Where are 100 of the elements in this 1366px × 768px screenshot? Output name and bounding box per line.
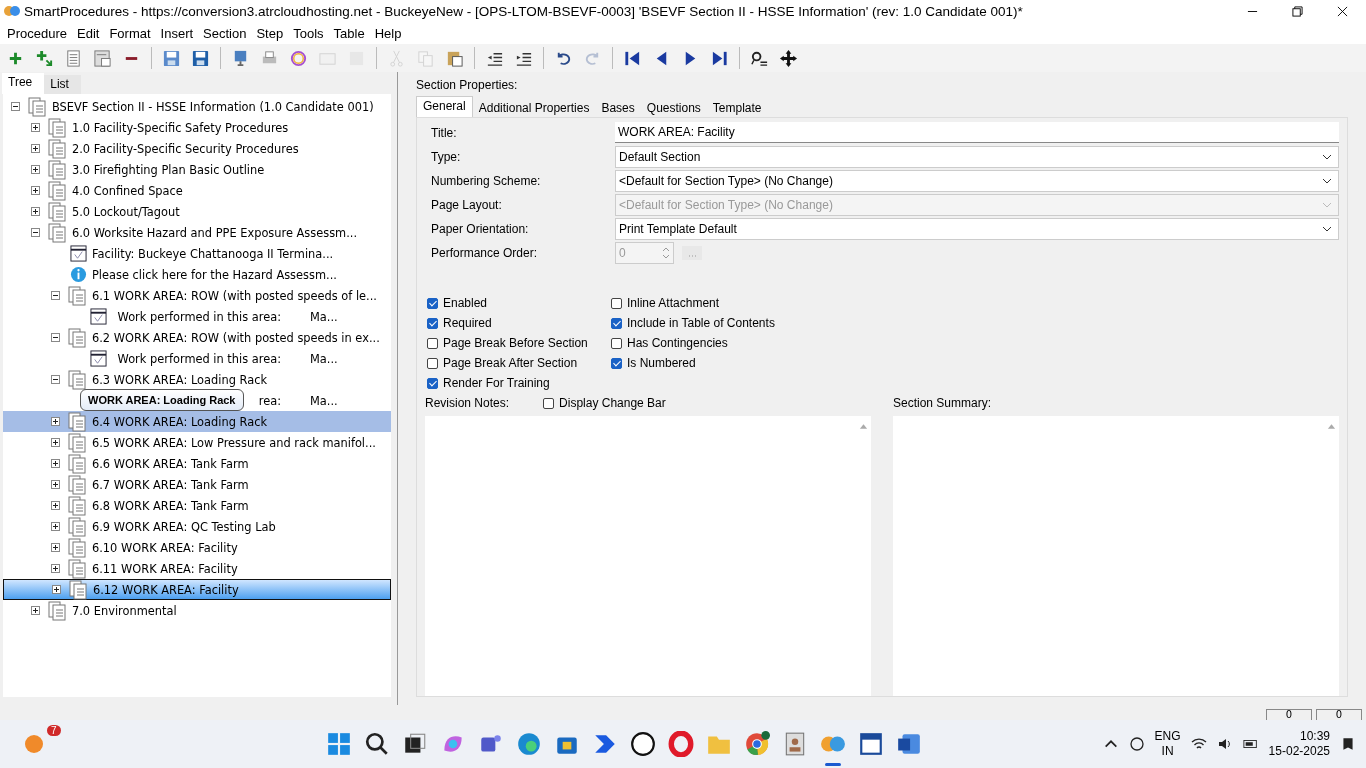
word-icon[interactable]: [896, 731, 922, 757]
speaker-icon[interactable]: [1216, 736, 1233, 752]
move-icon[interactable]: [779, 48, 798, 68]
expand-icon[interactable]: [31, 186, 40, 195]
expand-icon[interactable]: [51, 459, 60, 468]
tree-item-label[interactable]: 7.0 Environmental: [72, 603, 177, 618]
tree-item-label[interactable]: 5.0 Lockout/Tagout: [72, 204, 180, 219]
start-icon[interactable]: [326, 731, 352, 757]
search-icon[interactable]: [364, 731, 390, 757]
ring-logo-icon[interactable]: [668, 731, 694, 757]
menu-item[interactable]: Tools: [289, 25, 328, 41]
expand-icon[interactable]: [51, 543, 60, 552]
tab[interactable]: Questions: [640, 99, 707, 117]
clock-date[interactable]: 15-02-2025: [1268, 744, 1330, 759]
expand-icon[interactable]: [51, 501, 60, 510]
checkbox[interactable]: Inline Attachment: [611, 296, 720, 310]
tree-item-label[interactable]: 3.0 Firefighting Plan Basic Outline: [72, 162, 265, 177]
clock-time[interactable]: 10:39: [1299, 729, 1330, 744]
expand-icon[interactable]: [51, 438, 60, 447]
language-label[interactable]: ENG: [1154, 729, 1181, 744]
collapse-icon[interactable]: [31, 228, 40, 237]
tree-item-value[interactable]: Ma...: [310, 393, 338, 408]
checkbox[interactable]: Enabled: [427, 296, 488, 310]
tree-item-label[interactable]: 6.2 WORK AREA: ROW (with posted speeds in ex...: [92, 330, 380, 345]
tab[interactable]: Template: [706, 99, 768, 117]
tab[interactable]: Tree: [2, 73, 45, 94]
checkbox[interactable]: Required: [427, 316, 492, 330]
menu-item[interactable]: Section: [199, 25, 251, 41]
menu-item[interactable]: Edit: [73, 25, 104, 41]
tree-item-label[interactable]: 6.9 WORK AREA: QC Testing Lab: [92, 519, 276, 534]
region-label[interactable]: IN: [1161, 744, 1174, 759]
tree-item-label[interactable]: Work performed in this area:: [112, 309, 281, 324]
menu-item[interactable]: Format: [105, 25, 155, 41]
tree-item-label[interactable]: 6.11 WORK AREA: Facility: [92, 561, 238, 576]
tab[interactable]: Additional Properties: [472, 99, 596, 117]
tree-item-label[interactable]: Facility: Buckeye Chattanooga II Termina...: [92, 246, 334, 261]
tree-item-label[interactable]: 6.10 WORK AREA: Facility: [92, 540, 238, 555]
menu-item[interactable]: Procedure: [3, 25, 71, 41]
save-all-icon[interactable]: [162, 48, 181, 68]
chevron-down-icon[interactable]: [1322, 154, 1332, 160]
tree-item-label[interactable]: 6.0 Worksite Hazard and PPE Exposure Assessm...: [72, 225, 358, 240]
revision-notes-field[interactable]: [425, 416, 871, 696]
expand-icon[interactable]: [51, 480, 60, 489]
menu-item[interactable]: Help: [370, 25, 406, 41]
menu-item[interactable]: Table: [329, 25, 369, 41]
tree-item-label[interactable]: BSEVF Section II - HSSE Information (1.0 Candidate 001): [52, 99, 374, 114]
checkbox[interactable]: Display Change Bar: [543, 396, 666, 410]
plus-arrow-icon[interactable]: [35, 48, 54, 68]
tab[interactable]: Bases: [595, 99, 641, 117]
wave-icon[interactable]: [516, 731, 542, 757]
document-icon[interactable]: [858, 731, 884, 757]
checkbox[interactable]: Include in Table of Contents: [611, 316, 775, 330]
tree-item-label[interactable]: 6.4 WORK AREA: Loading Rack: [92, 414, 267, 429]
collapse-icon[interactable]: [11, 102, 20, 111]
collapse-icon[interactable]: [51, 291, 60, 300]
tree-item-value[interactable]: Ma...: [310, 309, 338, 324]
title-field[interactable]: WORK AREA: Facility: [615, 122, 1339, 143]
expand-icon[interactable]: [31, 123, 40, 132]
close-icon[interactable]: [1337, 5, 1348, 17]
tree-item-label[interactable]: 6.3 WORK AREA: Loading Rack: [92, 372, 267, 387]
dropdown[interactable]: <Default for Section Type> (No Change): [615, 170, 1339, 192]
tree-item-label[interactable]: 6.7 WORK AREA: Tank Farm: [92, 477, 249, 492]
tree-row-highlight[interactable]: 6.4 WORK AREA: Loading Rack: [3, 411, 391, 432]
tree-item-label[interactable]: 1.0 Facility-Specific Safety Procedures: [72, 120, 289, 135]
expand-icon[interactable]: [31, 207, 40, 216]
expand-icon[interactable]: [51, 417, 60, 426]
tree-item-label[interactable]: 4.0 Confined Space: [72, 183, 183, 198]
notification-icon[interactable]: [1340, 736, 1356, 752]
save-icon[interactable]: [191, 48, 210, 68]
checkbox[interactable]: Has Contingencies: [611, 336, 728, 350]
dropdown[interactable]: Default Section: [615, 146, 1339, 168]
tree-item-label[interactable]: 6.8 WORK AREA: Tank Farm: [92, 498, 249, 513]
tree-item-label[interactable]: Work performed in this area:: [112, 351, 281, 366]
tree-row-highlight[interactable]: 6.12 WORK AREA: Facility: [3, 579, 391, 600]
circle-logo-icon[interactable]: [630, 731, 656, 757]
checkbox[interactable]: Render For Training: [427, 376, 550, 390]
section-summary-field[interactable]: [893, 416, 1339, 696]
tab[interactable]: List: [44, 75, 81, 94]
checkbox[interactable]: Page Break Before Section: [427, 336, 588, 350]
network-icon[interactable]: [1128, 736, 1145, 752]
tree-item-label[interactable]: Please click here for the Hazard Assessm...: [92, 267, 337, 282]
expand-icon[interactable]: [31, 144, 40, 153]
tree-item-label[interactable]: 6.5 WORK AREA: Low Pressure and rack manifol...: [92, 435, 376, 450]
list-icon[interactable]: [64, 48, 83, 68]
menu-item[interactable]: Insert: [156, 25, 198, 41]
tab[interactable]: General: [416, 96, 473, 117]
dropdown[interactable]: Print Template Default: [615, 218, 1339, 240]
expand-icon[interactable]: [51, 564, 60, 573]
form-icon[interactable]: [93, 48, 112, 68]
tree-item-label[interactable]: 6.12 WORK AREA: Facility: [93, 582, 239, 597]
expand-icon[interactable]: [31, 165, 40, 174]
collapse-icon[interactable]: [51, 333, 60, 342]
expand-icon[interactable]: [52, 585, 61, 594]
tree-item-label[interactable]: 2.0 Facility-Specific Security Procedures: [72, 141, 299, 156]
chevron-down-icon[interactable]: [1322, 178, 1332, 184]
ring-icon[interactable]: [289, 48, 308, 68]
tree-item-value[interactable]: Ma...: [310, 351, 338, 366]
checkbox[interactable]: Is Numbered: [611, 356, 696, 370]
expand-icon[interactable]: [51, 522, 60, 531]
browser-icon[interactable]: [744, 731, 770, 757]
